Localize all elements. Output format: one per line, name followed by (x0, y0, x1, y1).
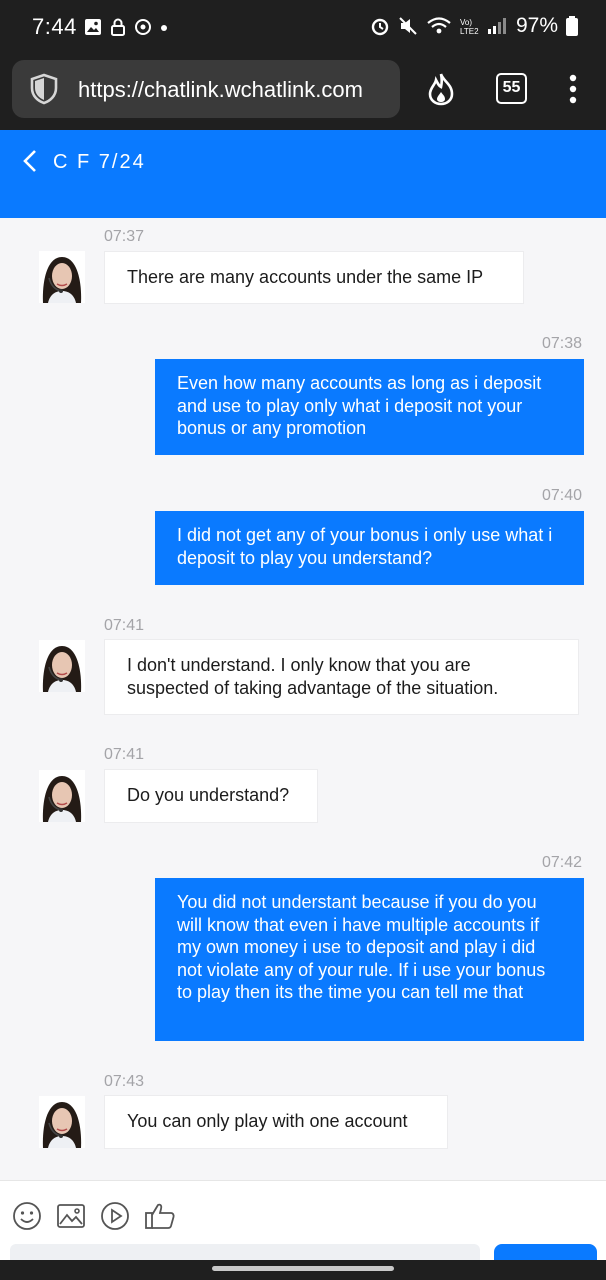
agent-avatar-image (39, 251, 85, 303)
message-text: I don't understand. I only know that you… (127, 655, 499, 698)
message-text: I did not get any of your bonus i only u… (177, 525, 553, 568)
message-text: You can only play with one account (127, 1111, 408, 1131)
status-time: 7:44 (32, 14, 77, 39)
address-bar[interactable]: https://chatlink.wchatlink.com (12, 60, 400, 118)
incoming-message-bubble: Do you understand? (104, 769, 318, 823)
message-text: Even how many accounts as long as i depo… (177, 373, 542, 438)
back-arrow-icon[interactable] (20, 148, 40, 174)
svg-text:Vo): Vo) (460, 18, 472, 27)
flame-icon[interactable] (426, 72, 456, 106)
outgoing-message-bubble: I did not get any of your bonus i only u… (155, 511, 584, 585)
message-text: There are many accounts under the same I… (127, 267, 484, 287)
browser-toolbar: https://chatlink.wchatlink.com 55 (0, 58, 606, 130)
incoming-message-bubble: I don't understand. I only know that you… (104, 639, 579, 715)
home-gesture-handle[interactable] (212, 1266, 394, 1271)
status-right-icons: Vo) LTE2 97% (370, 14, 578, 38)
agent-avatar-image (39, 640, 85, 692)
dot-icon (161, 25, 167, 31)
video-icon[interactable] (100, 1201, 130, 1231)
chat-header: C F 7/24 (0, 130, 606, 218)
tab-count-button[interactable]: 55 (496, 73, 527, 104)
message-time: 07:41 (104, 617, 145, 634)
message-text: Do you understand? (127, 785, 290, 805)
message-input[interactable] (10, 1244, 480, 1260)
message-time: 07:37 (104, 228, 145, 245)
more-options-icon[interactable] (568, 74, 578, 104)
outgoing-message-bubble: Even how many accounts as long as i depo… (155, 359, 584, 455)
status-bar: 7:44 Vo) LTE2 97% (0, 0, 606, 58)
tab-count: 55 (502, 79, 521, 96)
message-time: 07:43 (104, 1073, 145, 1090)
message-time: 07:40 (542, 487, 583, 504)
shield-icon[interactable] (28, 73, 60, 105)
agent-avatar (39, 251, 85, 303)
alarm-icon (371, 18, 389, 36)
lock-icon (111, 18, 125, 36)
agent-avatar (39, 640, 85, 692)
message-text: You did not understant because if you do… (177, 892, 546, 1002)
thumbs-up-icon[interactable] (144, 1201, 176, 1231)
sync-icon (135, 19, 151, 35)
svg-text:LTE2: LTE2 (460, 27, 479, 36)
agent-avatar-image (39, 770, 85, 822)
battery-percent: 97% (515, 14, 558, 37)
agent-avatar (39, 770, 85, 822)
message-time: 07:41 (104, 746, 145, 763)
lte-signal-icon: Vo)LTE2 (460, 18, 506, 36)
gallery-icon (85, 19, 101, 35)
chat-message-list[interactable]: 07:37 There are many accounts under the … (0, 218, 606, 1180)
status-notification-icons (84, 18, 168, 36)
agent-avatar (39, 1096, 85, 1148)
system-nav-bar (0, 1260, 606, 1280)
message-time: 07:38 (542, 335, 583, 352)
incoming-message-bubble: There are many accounts under the same I… (104, 251, 524, 304)
mute-icon (399, 17, 417, 35)
battery-icon (566, 16, 578, 36)
send-button[interactable] (494, 1244, 597, 1260)
wifi-icon (427, 17, 451, 34)
chat-title: C F 7/24 (53, 151, 146, 173)
incoming-message-bubble: You can only play with one account (104, 1095, 448, 1149)
agent-avatar-image (39, 1096, 85, 1148)
image-icon[interactable] (56, 1201, 86, 1231)
emoji-icon[interactable] (12, 1201, 42, 1231)
message-time: 07:42 (542, 854, 583, 871)
url-text[interactable]: https://chatlink.wchatlink.com (78, 77, 396, 103)
outgoing-message-bubble: You did not understant because if you do… (155, 878, 584, 1041)
